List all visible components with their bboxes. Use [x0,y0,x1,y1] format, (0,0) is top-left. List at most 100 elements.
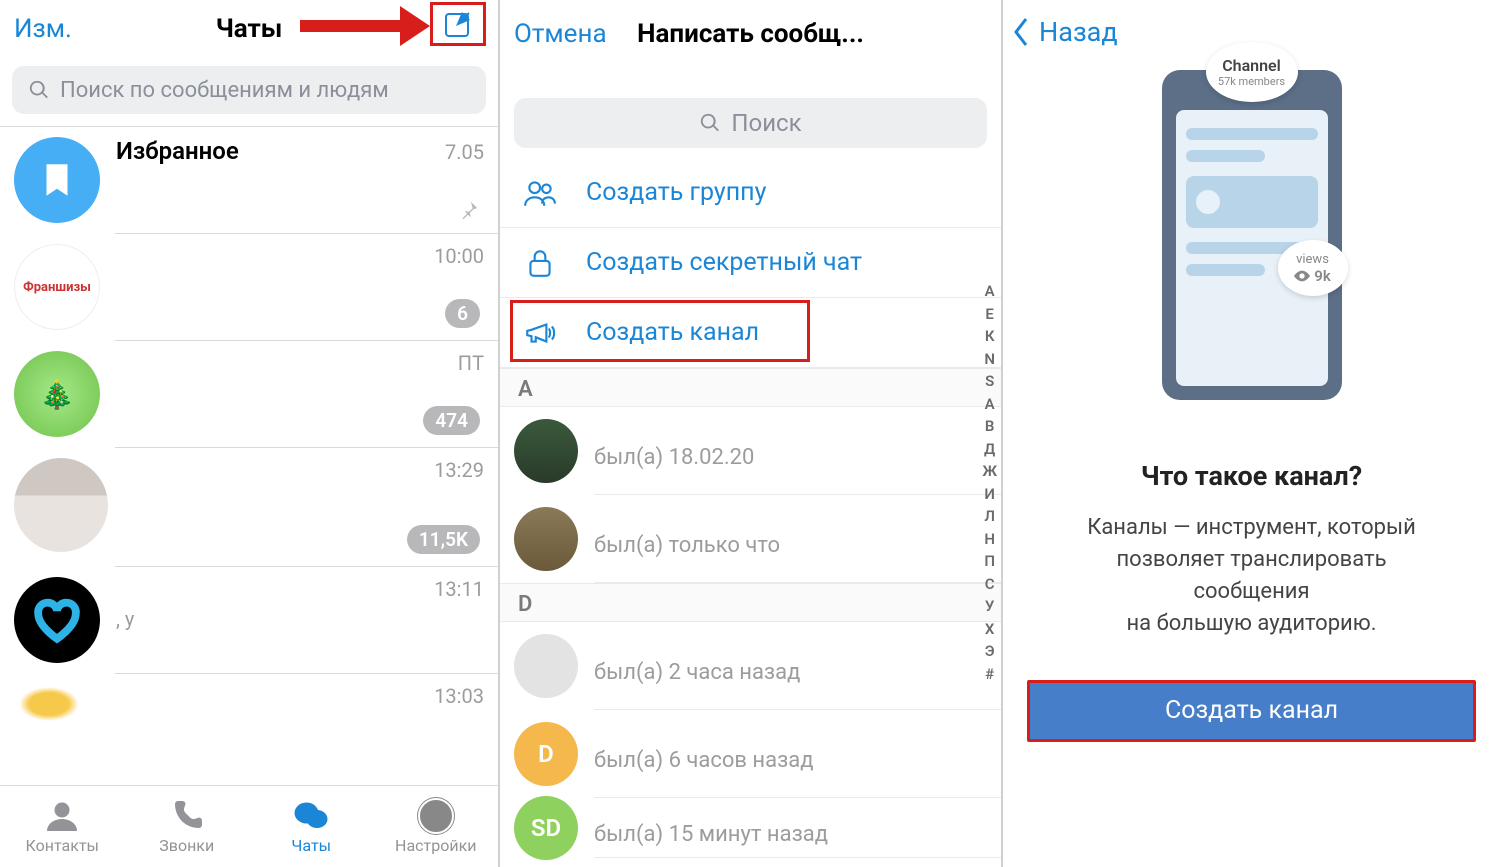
tab-contacts[interactable]: Контакты [0,786,125,867]
pin-icon [458,199,480,221]
index-letter[interactable]: У [982,595,997,618]
new-message-screen: Отмена Написать сообщ... Поиск Создать г… [500,0,1003,867]
back-label: Назад [1039,16,1118,48]
chat-row[interactable]: 13:11 , у [0,567,498,673]
index-letter[interactable]: С [982,573,997,596]
annotation-arrow [300,10,430,40]
index-letter[interactable]: П [982,550,997,573]
avatar: 🎄 [14,351,100,437]
contact-row[interactable]: был(а) только что [500,495,1001,583]
group-icon [523,176,557,210]
index-letter[interactable]: Л [982,505,997,528]
alphabet-index[interactable]: АЕКNSАВДЖИЛНПСУХЭ# [982,280,997,685]
chat-time: 10:00 [434,244,484,268]
avatar [14,458,108,552]
index-letter[interactable]: К [982,325,997,348]
search-input[interactable]: Поиск [514,98,987,148]
tab-chats[interactable]: Чаты [249,786,374,867]
unread-badge: 474 [423,406,480,435]
tab-calls[interactable]: Звонки [125,786,250,867]
index-letter[interactable]: N [982,348,997,371]
index-letter[interactable]: # [982,663,997,686]
index-letter[interactable]: Ж [982,460,997,483]
chat-time: 13:11 [434,577,484,601]
create-channel-label: Создать канал [586,318,759,347]
avatar [514,507,578,571]
chevron-left-icon [1011,15,1033,49]
search-icon [699,112,721,134]
create-channel-button[interactable]: Создать канал [1027,680,1476,742]
unread-badge: 6 [445,299,480,328]
megaphone-icon [523,316,557,350]
contact-status: был(а) только что [594,533,1001,558]
contact-row[interactable]: SD был(а) 15 минут назад [500,798,1001,858]
chat-row[interactable]: 13:29 11,5K [0,448,498,566]
index-letter[interactable]: Н [982,528,997,551]
avatar-bookmark [14,137,100,223]
avatar: Франшизы [14,244,100,330]
tab-bar: Контакты Звонки Чаты Настройки [0,785,498,867]
search-input[interactable]: Поиск по сообщениям и людям [12,66,486,114]
contact-row[interactable]: был(а) 2 часа назад [500,622,1001,710]
search-icon [28,79,50,101]
index-letter[interactable]: Д [982,438,997,461]
avatar [514,634,578,698]
contact-status: был(а) 18.02.20 [594,445,1001,470]
avatar [14,684,84,724]
compose-icon [442,8,474,40]
compose-button[interactable] [430,2,486,46]
chat-name: Избранное [116,137,239,165]
channel-question: Что такое канал? [1003,460,1500,492]
create-channel-button[interactable]: Создать канал [500,298,1001,368]
index-letter[interactable]: А [982,393,997,416]
chat-row[interactable]: 13:03 [0,674,498,734]
illustration-bubble-views: views 9k [1278,240,1348,296]
contact-status: был(а) 6 часов назад [594,748,1001,773]
contact-status: был(а) 2 часа назад [594,660,1001,685]
avatar: SD [514,796,578,860]
contact-row[interactable]: был(а) 18.02.20 [500,407,1001,495]
avatar [514,419,578,483]
tab-settings[interactable]: Настройки [374,786,499,867]
chat-time: 7.05 [445,140,484,164]
chat-time: 13:29 [434,458,484,482]
create-secret-label: Создать секретный чат [586,248,862,277]
index-letter[interactable]: Э [982,640,997,663]
header-title: Написать сообщ... [637,19,864,49]
chat-row[interactable]: Франшизы 10:00 6 [0,234,498,340]
index-letter[interactable]: В [982,415,997,438]
chat-row[interactable]: 🎄 ПТ 474 [0,341,498,447]
create-secret-chat-button[interactable]: Создать секретный чат [500,228,1001,298]
index-letter[interactable]: Е [982,303,997,326]
chat-time: ПТ [458,351,484,375]
chat-subtitle: , у [116,607,484,631]
chats-screen: Изм. Чаты Поиск по сообщениям и людям Из… [0,0,500,867]
header: Отмена Написать сообщ... [500,0,1001,68]
section-header: D [500,583,1001,622]
avatar: D [514,722,578,786]
channel-description: Каналы — инструмент, который позволяет т… [1033,512,1470,640]
header-title: Чаты [216,14,283,44]
avatar [14,577,100,663]
header: Изм. Чаты [0,0,498,58]
section-header: A [500,368,1001,407]
settings-avatar-icon [418,798,454,834]
back-button[interactable]: Назад [1011,15,1118,49]
chat-time: 13:03 [434,684,484,708]
illustration-bubble-channel: Channel 57k members [1206,42,1298,102]
create-group-label: Создать группу [586,178,766,207]
edit-button[interactable]: Изм. [14,14,72,44]
index-letter[interactable]: S [982,370,997,393]
search-placeholder: Поиск по сообщениям и людям [60,78,389,103]
unread-badge: 11,5K [407,525,480,554]
index-letter[interactable]: И [982,483,997,506]
lock-icon [523,246,557,280]
cancel-button[interactable]: Отмена [514,19,607,49]
index-letter[interactable]: Х [982,618,997,641]
chat-row[interactable]: Избранное 7.05 [0,127,498,233]
channel-illustration: Channel 57k members views 9k [1162,70,1342,400]
channel-intro-screen: Назад Channel 57k members views 9k Что т… [1003,0,1500,867]
contact-row[interactable]: D был(а) 6 часов назад [500,710,1001,798]
create-group-button[interactable]: Создать группу [500,158,1001,228]
index-letter[interactable]: А [982,280,997,303]
